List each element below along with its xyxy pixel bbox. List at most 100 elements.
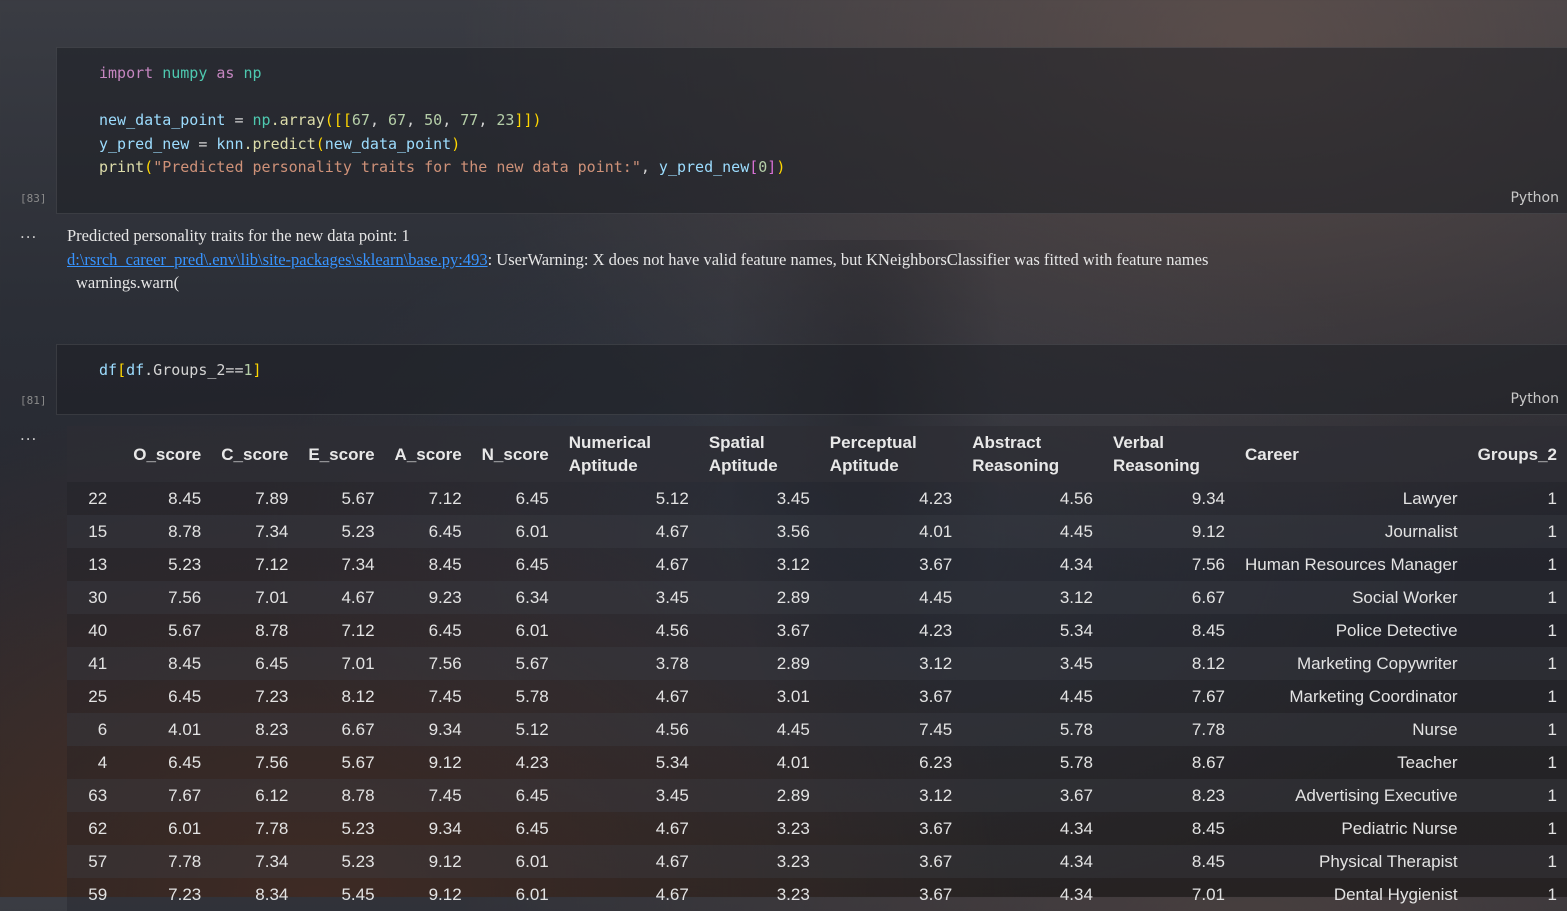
table-cell: 6.01 [471,845,559,878]
keyword-as: as [216,64,235,82]
warning-source-link[interactable]: d:\rsrch_career_pred\.env\lib\site-packa… [67,250,488,269]
table-cell: 4.67 [558,515,699,548]
var-knn: knn [216,134,244,153]
row-index: 6 [67,713,124,746]
table-cell: Lawyer [1234,482,1468,515]
table-cell: 7.45 [384,680,472,713]
code-line-3: y_pred_new = knn.predict(new_data_point) [99,133,785,157]
table-cell: Physical Therapist [1234,845,1468,878]
table-cell: 7.01 [298,647,385,680]
table-cell: 8.45 [384,548,472,581]
table-cell: 1 [1467,581,1567,614]
code-line-df-filter: df[df.Groups_2==1] [99,359,262,383]
table-cell: 3.12 [962,581,1103,614]
table-cell: 3.67 [819,812,963,845]
table-cell: 8.45 [123,482,212,515]
column-header: O_score [123,426,212,482]
table-cell: 8.23 [1102,779,1235,812]
table-cell: 5.67 [298,746,385,779]
var-y-pred-new: y_pred_new [99,134,190,153]
bracket-close: ] [252,361,262,379]
table-cell: 3.67 [819,680,963,713]
table-cell: 4.56 [962,482,1103,515]
table-cell: 7.01 [1102,878,1235,911]
table-cell: 7.78 [211,812,299,845]
table-cell: Pediatric Nurse [1234,812,1468,845]
table-cell: 5.12 [471,713,559,746]
table-cell: 6.45 [384,515,472,548]
table-cell: 3.23 [698,878,820,911]
table-row: 22 8.45 7.89 5.67 7.12 6.45 5.12 3.45 4.23 4.56 9.… [67,482,1567,515]
table-cell: 3.12 [819,779,963,812]
bracket-open: [ [749,158,759,176]
table-cell: 6.01 [471,878,559,911]
table-cell: 5.23 [123,548,212,581]
table-cell: 7.78 [1102,713,1235,746]
output-line-warn-call: warnings.warn( [76,273,180,292]
table-cell: 9.12 [1102,515,1235,548]
cell-language-label[interactable]: Python [1510,190,1559,206]
table-cell: 1 [1467,845,1567,878]
table-cell: Marketing Coordinator [1234,680,1468,713]
table-cell: 1 [1467,812,1567,845]
code-editor-2[interactable]: df[df.Groups_2==1] [99,359,262,383]
module-alias: np [243,64,262,82]
table-cell: 4.67 [558,812,699,845]
table-cell: 8.45 [1102,845,1235,878]
table-cell: 9.23 [384,581,472,614]
row-index: 30 [67,581,124,614]
table-cell: 6.45 [471,812,559,845]
table-row: 13 5.23 7.12 7.34 8.45 6.45 4.67 3.12 3.67 4.34 7.… [67,548,1567,581]
table-cell: 4.23 [471,746,559,779]
table-cell: 6.34 [471,581,559,614]
column-header: Perceptual Aptitude [819,426,963,482]
table-cell: 7.12 [298,614,385,647]
table-cell: Dental Hygienist [1234,878,1468,911]
column-header: Groups_2 [1467,426,1567,482]
code-editor-1[interactable]: import numpy as np new_data_point = np.a… [99,62,785,180]
table-cell: 5.67 [298,482,385,515]
table-cell: 6.45 [123,680,212,713]
output-line-warning: d:\rsrch_career_pred\.env\lib\site-packa… [67,250,1208,270]
table-cell: 4.67 [298,581,385,614]
table-cell: 8.78 [123,515,212,548]
num-index: 0 [758,158,768,176]
table-cell: 5.67 [123,614,212,647]
table-cell: 7.45 [819,713,963,746]
table-header-row: O_score C_score E_score A_score N_score Numer… [67,426,1567,482]
table-cell: 3.56 [698,515,820,548]
table-cell: 4.23 [819,614,963,647]
table-cell: Teacher [1234,746,1468,779]
table-cell: 7.23 [123,878,212,911]
row-index: 59 [67,878,124,911]
operator-eq: = [189,134,217,153]
table-cell: 4.67 [558,845,699,878]
table-cell: 8.34 [211,878,299,911]
row-index: 41 [67,647,124,680]
output-menu-icon[interactable]: ... [20,224,37,242]
table-cell: 3.23 [698,845,820,878]
table-cell: 7.67 [1102,680,1235,713]
table-cell: 3.78 [558,647,699,680]
warning-message: : UserWarning: X does not have valid fea… [487,250,1209,269]
table-cell: 3.01 [698,680,820,713]
table-cell: 4.56 [558,713,699,746]
table-cell: 8.67 [1102,746,1235,779]
table-cell: 4.67 [558,680,699,713]
table-cell: 9.12 [384,878,472,911]
output-menu-icon[interactable]: ... [20,426,37,444]
code-expression: .Groups_2== [144,361,244,379]
table-cell: 4.34 [962,845,1103,878]
table-cell: 7.89 [211,482,299,515]
table-cell: Marketing Copywriter [1234,647,1468,680]
execution-count-1: [83] [20,192,47,205]
code-cell-1[interactable]: import numpy as np new_data_point = np.a… [56,47,1567,214]
table-cell: Human Resources Manager [1234,548,1468,581]
column-header: C_score [211,426,299,482]
code-cell-2[interactable]: df[df.Groups_2==1] Python [56,344,1567,415]
paren-close: ) [451,134,461,153]
table-cell: 4.45 [962,680,1103,713]
operator-eq: = [225,111,253,129]
var-df-inner: df [126,361,145,379]
cell-language-label[interactable]: Python [1510,391,1559,407]
